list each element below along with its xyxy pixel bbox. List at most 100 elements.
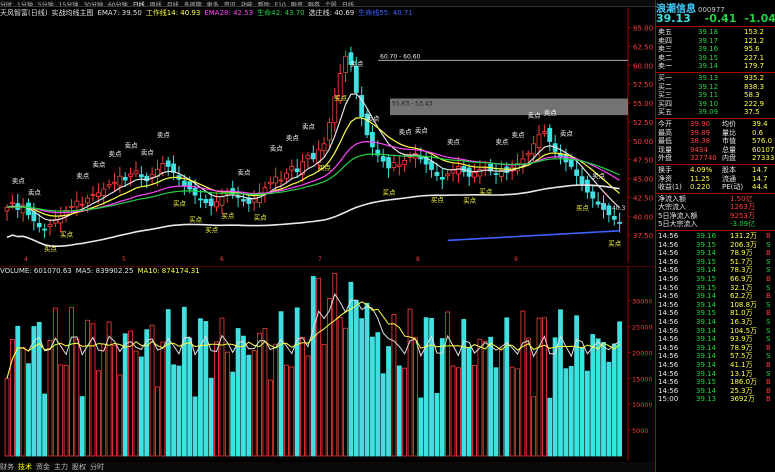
menu-item[interactable]: 帮助 <box>258 2 270 6</box>
buy-signal-label: 买点 <box>463 197 477 205</box>
candle <box>133 170 139 175</box>
volume-bar <box>106 321 112 457</box>
volume-bar <box>595 338 601 457</box>
tick-volume: 206.3万 <box>730 240 758 249</box>
tick-time: 14:56 <box>658 232 679 241</box>
sell-signal-label: 卖点 <box>141 148 155 156</box>
bottom-tab[interactable]: 分时 <box>90 463 104 471</box>
volume-bar <box>133 350 139 457</box>
tick-list[interactable]: 14:56 39.16 131.2万 B 14:56 39.15 206.3万 S 14:56 3… <box>656 232 775 404</box>
period-tab[interactable]: 周线 <box>150 2 162 6</box>
volume-bar <box>181 306 187 457</box>
bottom-tab[interactable]: 股权 <box>72 463 86 471</box>
buy-signal-label: 买点 <box>205 226 219 234</box>
flow-value: -3.09亿 <box>730 220 756 229</box>
tick-row: 15:00 39.13 3692万 B <box>656 395 775 404</box>
sell-signal-label: 卖点 <box>544 109 558 117</box>
bottom-tab[interactable]: 技术 <box>18 463 32 471</box>
period-tab[interactable]: 分时 <box>0 2 12 6</box>
ask-price: 39.15 <box>698 53 719 62</box>
ask-row: 卖五 39.18 153.2 <box>656 28 775 37</box>
menu-item[interactable]: 融资 <box>291 2 303 6</box>
volume-bar <box>300 337 305 457</box>
sell-signal-label: 卖点 <box>447 138 461 146</box>
candle <box>321 143 327 152</box>
menu-item[interactable]: 个股 <box>325 2 337 6</box>
bid-price: 39.09 <box>698 108 719 117</box>
bid-label: 买一 <box>658 73 672 82</box>
volume-bar <box>267 379 273 457</box>
period-tab[interactable]: 1分钟 <box>17 2 33 6</box>
volume-indicator-value: VOLUME: 601070.63 <box>0 267 72 275</box>
bid-label: 买二 <box>658 82 672 91</box>
annotation: 55.63 - 53.43 <box>392 101 433 108</box>
y-tick-label: 62.50 <box>633 43 653 51</box>
y-tick-label: 37.50 <box>633 232 653 240</box>
tick-row: 14:56 39.14 25.3万 B <box>656 387 775 396</box>
tick-price: 39.15 <box>696 275 717 284</box>
candle <box>525 153 531 156</box>
tick-volume: 186.0万 <box>730 378 758 387</box>
bottom-tab[interactable]: 财务 <box>0 463 14 471</box>
ask-row: 卖二 39.15 227.1 <box>656 54 775 63</box>
period-tab[interactable]: 15分钟 <box>59 2 79 6</box>
y-tick-label: 10000 <box>632 401 653 409</box>
tick-volume: 62.2万 <box>730 292 753 301</box>
volume-bar <box>493 367 499 457</box>
volume-bar <box>359 318 365 457</box>
tick-price: 39.14 <box>696 326 717 335</box>
bid-volume: 222.9 <box>744 99 765 108</box>
period-tab[interactable]: 5分钟 <box>38 2 54 6</box>
period-tab[interactable]: 30分钟 <box>83 2 103 6</box>
tick-side: B <box>766 386 771 395</box>
volume-bar <box>235 328 241 457</box>
period-tab[interactable]: 多周期 <box>184 2 202 6</box>
kline-chart[interactable]: 65.00 62.50 60.00 57.50 55.00 52.50 50.00 47.50… <box>0 8 655 263</box>
tick-volume: 108.8万 <box>730 300 758 309</box>
candle <box>273 176 279 184</box>
tick-price: 39.14 <box>696 300 717 309</box>
tick-side: S <box>766 318 771 326</box>
buy-signal-label: 买点 <box>44 245 58 253</box>
volume-bar <box>289 366 295 457</box>
menu-item[interactable]: 日线 <box>342 2 354 6</box>
bottom-tab[interactable]: 资金 <box>36 463 50 471</box>
bid-row: 买二 39.12 838.3 <box>656 83 775 92</box>
x-tick-label: 7 <box>318 256 322 263</box>
volume-bar <box>284 364 289 457</box>
volume-bar <box>477 338 483 457</box>
volume-chart[interactable]: 30000 25000 20000 15000 10000 5000 <box>0 266 655 461</box>
volume-bar <box>418 397 424 457</box>
volume-bar <box>520 310 526 457</box>
menu-item[interactable]: F10 <box>275 2 286 6</box>
menu-item[interactable]: 资讯 <box>224 2 236 6</box>
candle <box>531 143 537 155</box>
stat-row: 外盘 327740 内盘 27333 <box>656 154 775 163</box>
x-tick-label: 4 <box>24 256 28 263</box>
buy-signal-label: 买点 <box>576 204 590 212</box>
stat-label: 内盘 <box>722 154 736 163</box>
candle <box>69 206 74 208</box>
volume-bar <box>165 309 171 457</box>
indicator-value: 天风智富(日线) <box>0 9 48 17</box>
candle <box>289 166 295 171</box>
menu-item[interactable]: 功能 <box>241 2 253 6</box>
period-tab[interactable]: 月线 <box>167 2 179 6</box>
bottom-tabs: 财务 技术 资金 主力 股权 分时 <box>0 462 655 472</box>
bottom-tab[interactable]: 主力 <box>54 463 68 471</box>
volume-bar <box>552 337 558 457</box>
buy-signal-label: 买点 <box>479 188 493 196</box>
stat-row: 换手 4.09% 股本 14.7 <box>656 166 775 175</box>
candle <box>402 159 408 165</box>
volume-bar <box>47 339 53 457</box>
tick-side: S <box>766 369 771 378</box>
candle <box>36 223 42 228</box>
period-tab[interactable]: 60分钟 <box>108 2 128 6</box>
candle <box>74 200 80 208</box>
volume-bar <box>192 396 198 457</box>
period-tab[interactable]: 日线 <box>133 2 145 6</box>
indicator-value: EMA7: 39.50 <box>97 9 142 17</box>
tick-volume: 3692万 <box>730 395 755 404</box>
menu-item[interactable]: 融券 <box>308 2 320 6</box>
period-tab[interactable]: 更多 <box>207 2 219 6</box>
